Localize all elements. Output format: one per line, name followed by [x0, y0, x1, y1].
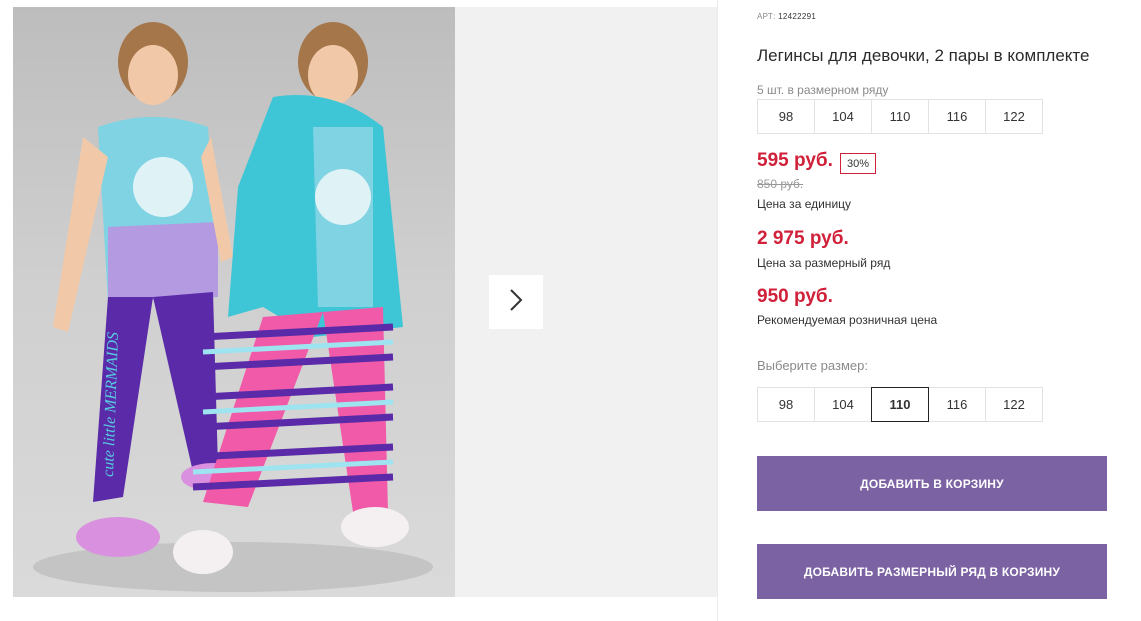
- product-gallery: cute little MERMAIDS: [13, 7, 718, 597]
- size-option-104[interactable]: 104: [814, 387, 872, 422]
- striped-leggings: [192, 307, 394, 512]
- article-number: АРТ: 12422291: [757, 12, 816, 21]
- row-price-label: Цена за размерный ряд: [757, 256, 891, 270]
- choose-size-label: Выберите размер:: [757, 358, 868, 373]
- size-selector: 98 104 110 116 122: [757, 387, 1043, 422]
- pack-size-row: 98 104 110 116 122: [757, 99, 1043, 134]
- size-option-116[interactable]: 116: [928, 387, 986, 422]
- pack-size-cell: 116: [928, 99, 986, 134]
- article-label: АРТ:: [757, 12, 776, 21]
- product-page: cute little MERMAIDS АРТ: 12422291 Легин…: [0, 0, 1141, 621]
- row-price: 2 975 руб.: [757, 228, 849, 249]
- product-photo[interactable]: cute little MERMAIDS: [13, 7, 455, 597]
- size-option-98[interactable]: 98: [757, 387, 815, 422]
- unit-price-label: Цена за единицу: [757, 197, 852, 211]
- old-price: 850 руб.: [757, 177, 804, 191]
- size-option-122[interactable]: 122: [985, 387, 1043, 422]
- pack-size-cell: 110: [871, 99, 929, 134]
- pack-size-cell: 104: [814, 99, 872, 134]
- add-size-row-to-cart-button[interactable]: ДОБАВИТЬ РАЗМЕРНЫЙ РЯД В КОРЗИНУ: [757, 544, 1107, 599]
- retail-price: 950 руб.: [757, 286, 833, 307]
- panel-divider: [717, 0, 718, 621]
- pack-size-cell: 122: [985, 99, 1043, 134]
- unit-price: 595 руб.: [757, 150, 833, 171]
- pack-size-cell: 98: [757, 99, 815, 134]
- product-title: Легинсы для девочки, 2 пары в комплекте: [757, 46, 1090, 65]
- chevron-right-icon: [509, 288, 523, 317]
- article-value: 12422291: [778, 12, 817, 21]
- product-photo-illustration: cute little MERMAIDS: [33, 22, 433, 592]
- discount-badge: 30%: [840, 153, 876, 174]
- gallery-next-button[interactable]: [489, 275, 543, 329]
- retail-price-label: Рекомендуемая розничная цена: [757, 313, 938, 327]
- pack-note: 5 шт. в размерном ряду: [757, 83, 889, 97]
- add-to-cart-button[interactable]: ДОБАВИТЬ В КОРЗИНУ: [757, 456, 1107, 511]
- size-option-110-selected[interactable]: 110: [871, 387, 929, 422]
